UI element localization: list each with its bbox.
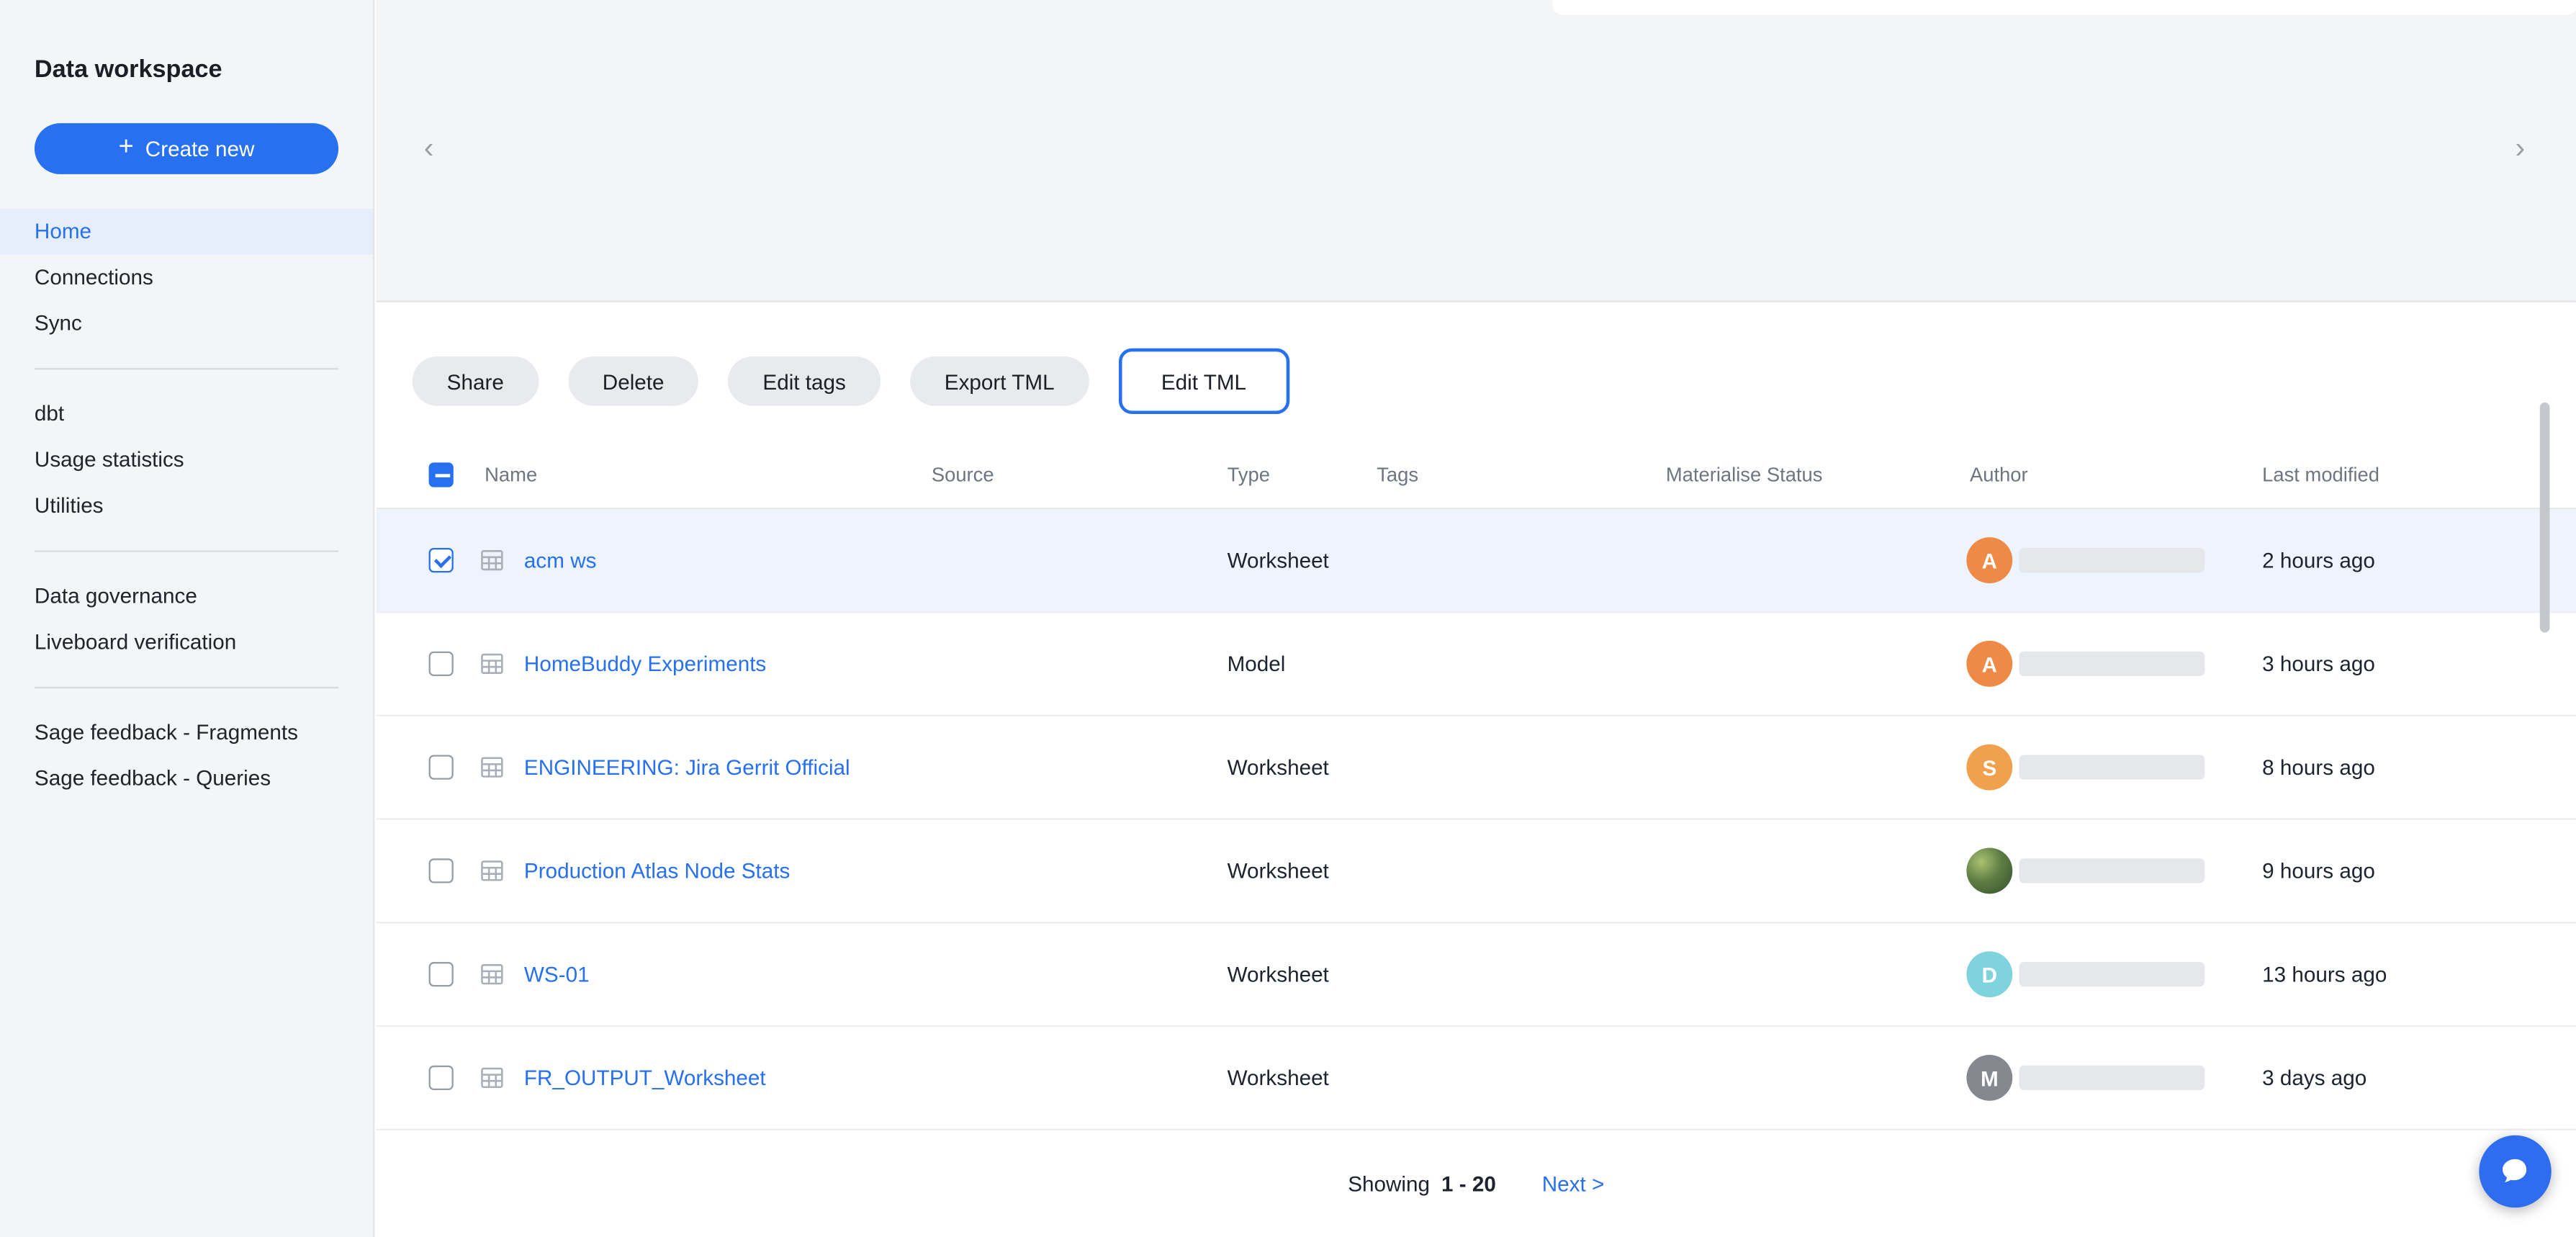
worksheet-icon	[479, 652, 504, 676]
author-avatar: D	[1966, 951, 2012, 997]
sidebar-divider	[35, 368, 338, 369]
row-checkbox[interactable]	[429, 962, 454, 986]
list-panel: Share Delete Edit tags Export TML Edit T…	[377, 302, 2576, 1237]
row-last-modified: 9 hours ago	[2262, 858, 2375, 883]
create-new-label: Create new	[145, 136, 255, 161]
column-header-name: Name	[485, 463, 537, 486]
row-last-modified: 3 hours ago	[2262, 652, 2375, 676]
sidebar-item-home[interactable]: Home	[0, 209, 373, 255]
sidebar-nav: Home Connections Sync dbt Usage statisti…	[0, 209, 373, 802]
objects-table: Name Source Type Tags Materialise Status…	[377, 442, 2576, 1130]
row-last-modified: 3 days ago	[2262, 1066, 2366, 1090]
author-name-redacted	[2019, 755, 2205, 780]
row-checkbox[interactable]	[429, 755, 454, 780]
sidebar-item-sync[interactable]: Sync	[0, 301, 373, 347]
author-name-redacted	[2019, 548, 2205, 572]
row-type: Worksheet	[1228, 1066, 1329, 1090]
row-name-link[interactable]: HomeBuddy Experiments	[524, 652, 766, 676]
row-checkbox[interactable]	[429, 548, 454, 572]
column-header-tags: Tags	[1377, 463, 1418, 486]
row-checkbox[interactable]	[429, 858, 454, 883]
vertical-scrollbar-thumb[interactable]	[2540, 402, 2550, 632]
app-root: Data workspace + Create new Home Connect…	[0, 0, 2576, 1237]
sidebar-item-liveboard-verification[interactable]: Liveboard verification	[0, 619, 373, 665]
chat-bubble-icon	[2499, 1155, 2532, 1188]
table-row[interactable]: Production Atlas Node Stats Worksheet 9 …	[377, 820, 2576, 924]
plus-icon: +	[118, 135, 133, 161]
showing-range: 1 - 20	[1441, 1171, 1496, 1195]
sidebar-item-usage-statistics[interactable]: Usage statistics	[0, 437, 373, 483]
row-checkbox[interactable]	[429, 1066, 454, 1090]
column-header-source: Source	[932, 463, 994, 486]
share-button[interactable]: Share	[413, 356, 539, 405]
row-name-link[interactable]: Production Atlas Node Stats	[524, 858, 790, 883]
author-name-redacted	[2019, 1066, 2205, 1090]
row-type: Worksheet	[1228, 962, 1329, 986]
sidebar-item-connections[interactable]: Connections	[0, 255, 373, 301]
sidebar-item-sage-feedback-queries[interactable]: Sage feedback - Queries	[0, 756, 373, 802]
worksheet-icon	[479, 1066, 504, 1090]
row-type: Model	[1228, 652, 1286, 676]
worksheet-icon	[479, 755, 504, 780]
author-avatar-photo	[1966, 847, 2012, 894]
author-avatar: A	[1966, 537, 2012, 583]
worksheet-icon	[479, 548, 504, 572]
row-name-link[interactable]: WS-01	[524, 962, 590, 986]
chat-launcher-button[interactable]	[2479, 1135, 2551, 1207]
carousel-prev-button[interactable]: ‹	[409, 128, 449, 168]
column-header-last-modified: Last modified	[2262, 463, 2379, 486]
table-row[interactable]: acm ws Worksheet A 2 hours ago	[377, 509, 2576, 613]
delete-button[interactable]: Delete	[568, 356, 699, 405]
table-header-row: Name Source Type Tags Materialise Status…	[377, 442, 2576, 510]
author-avatar: S	[1966, 745, 2012, 791]
carousel-next-button[interactable]: ›	[2500, 128, 2540, 168]
export-tml-button[interactable]: Export TML	[910, 356, 1089, 405]
row-last-modified: 8 hours ago	[2262, 755, 2375, 780]
sidebar-item-data-governance[interactable]: Data governance	[0, 573, 373, 619]
worksheet-icon	[479, 962, 504, 986]
table-row[interactable]: WS-01 Worksheet D 13 hours ago	[377, 923, 2576, 1027]
sidebar-divider	[35, 687, 338, 688]
bulk-actions-toolbar: Share Delete Edit tags Export TML Edit T…	[377, 302, 2576, 415]
carousel-zone: ‹ ›	[377, 0, 2576, 302]
row-name-link[interactable]: ENGINEERING: Jira Gerrit Official	[524, 755, 850, 780]
select-all-checkbox[interactable]	[429, 462, 454, 487]
main-content: ‹ › Share Delete Edit tags Export TML Ed…	[377, 0, 2576, 1237]
column-header-materialise-status: Materialise Status	[1666, 463, 1823, 486]
author-avatar: M	[1966, 1055, 2012, 1101]
column-header-author: Author	[1970, 463, 2028, 486]
sidebar: Data workspace + Create new Home Connect…	[0, 0, 374, 1237]
viewport: Data workspace + Create new Home Connect…	[0, 0, 2576, 1237]
scrolled-card-edge	[1552, 0, 2576, 15]
showing-label: Showing	[1348, 1171, 1430, 1195]
create-new-button[interactable]: + Create new	[35, 123, 338, 174]
row-last-modified: 2 hours ago	[2262, 548, 2375, 572]
table-row[interactable]: FR_OUTPUT_Worksheet Worksheet M 3 days a…	[377, 1027, 2576, 1130]
row-type: Worksheet	[1228, 548, 1329, 572]
sidebar-title: Data workspace	[35, 56, 373, 84]
pagination-footer: Showing 1 - 20 Next >	[377, 1159, 2576, 1207]
row-type: Worksheet	[1228, 755, 1329, 780]
edit-tml-button[interactable]: Edit TML	[1119, 348, 1289, 414]
table-row[interactable]: ENGINEERING: Jira Gerrit Official Worksh…	[377, 716, 2576, 820]
sidebar-item-sage-feedback-fragments[interactable]: Sage feedback - Fragments	[0, 710, 373, 756]
next-page-link[interactable]: Next >	[1542, 1171, 1605, 1195]
row-name-link[interactable]: FR_OUTPUT_Worksheet	[524, 1066, 766, 1090]
row-last-modified: 13 hours ago	[2262, 962, 2387, 986]
row-checkbox[interactable]	[429, 652, 454, 676]
author-name-redacted	[2019, 652, 2205, 676]
column-header-type: Type	[1228, 463, 1270, 486]
sidebar-item-dbt[interactable]: dbt	[0, 391, 373, 437]
worksheet-icon	[479, 858, 504, 883]
author-avatar: A	[1966, 641, 2012, 687]
table-row[interactable]: HomeBuddy Experiments Model A 3 hours ag…	[377, 613, 2576, 716]
edit-tags-button[interactable]: Edit tags	[729, 356, 881, 405]
author-name-redacted	[2019, 962, 2205, 986]
row-name-link[interactable]: acm ws	[524, 548, 597, 572]
author-name-redacted	[2019, 858, 2205, 883]
row-type: Worksheet	[1228, 858, 1329, 883]
sidebar-divider	[35, 550, 338, 552]
sidebar-item-utilities[interactable]: Utilities	[0, 483, 373, 529]
